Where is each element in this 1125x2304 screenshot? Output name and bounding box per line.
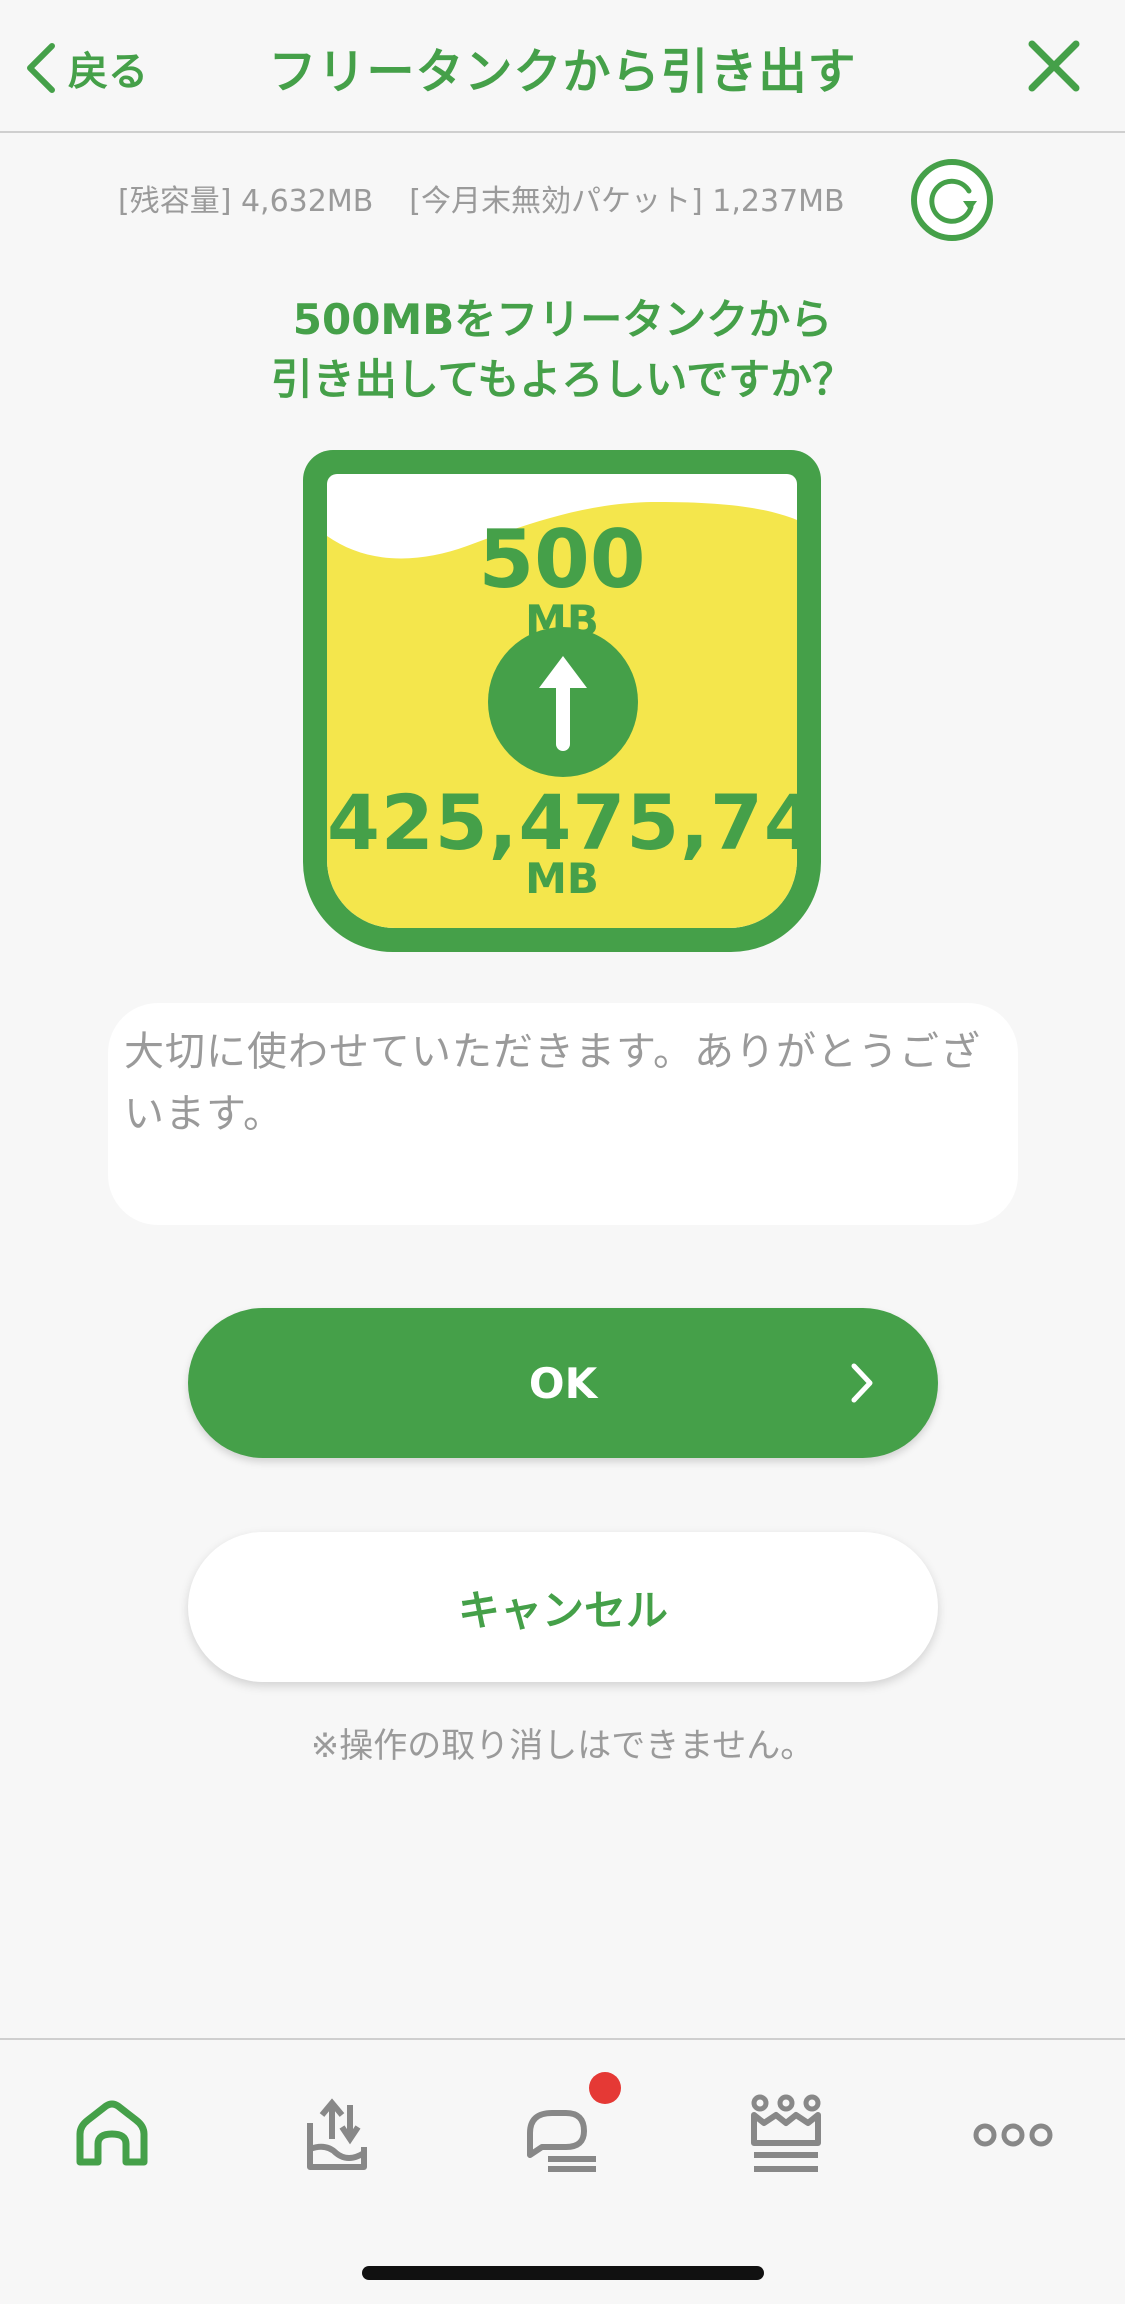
notification-badge xyxy=(589,2072,621,2104)
crown-icon xyxy=(751,2094,821,2172)
withdraw-amount: 500 xyxy=(478,513,646,606)
question-line-1: 500MBをフリータンクから xyxy=(292,295,833,344)
message-field[interactable]: 大切に使わせていただきます。ありがとうございます。 xyxy=(108,1003,1018,1225)
refresh-icon xyxy=(929,178,977,224)
home-indicator xyxy=(362,2266,764,2280)
ok-label: OK xyxy=(528,1358,598,1408)
arrow-up-icon xyxy=(488,627,638,777)
nav-withdraw[interactable] xyxy=(281,2080,391,2190)
home-icon xyxy=(76,2100,148,2166)
upload-tray-icon xyxy=(307,2098,367,2170)
nav-chat[interactable] xyxy=(507,2072,621,2190)
chat-icon xyxy=(527,2110,596,2172)
header: 戻る フリータンクから引き出す xyxy=(0,0,1125,133)
cancel-button[interactable]: キャンセル xyxy=(188,1532,938,1682)
expiring-packets: [今月末無効パケット] 1,237MB xyxy=(409,184,845,219)
page-title: フリータンクから引き出す xyxy=(268,44,857,100)
free-tank: 500 MB 425,475,741 MB xyxy=(303,450,821,952)
nav-more[interactable] xyxy=(958,2080,1068,2190)
cancel-label: キャンセル xyxy=(457,1585,668,1635)
more-icon xyxy=(973,2123,1053,2147)
capacity-status: [残容量] 4,632MB [今月末無効パケット] 1,237MB xyxy=(118,176,881,220)
irreversible-note: ※操作の取り消しはできません。 xyxy=(310,1726,815,1766)
confirm-question: 500MBをフリータンクから 引き出してもよろしいですか？ xyxy=(0,290,1125,410)
chevron-right-icon xyxy=(851,1363,873,1403)
tank-total: 425,475,741 xyxy=(327,778,797,867)
bottom-nav xyxy=(0,2038,1125,2304)
ok-button[interactable]: OK xyxy=(188,1308,938,1458)
nav-home[interactable] xyxy=(57,2080,167,2190)
nav-rank[interactable] xyxy=(731,2080,841,2190)
close-icon[interactable] xyxy=(1024,36,1084,96)
tank-inner: 500 MB 425,475,741 MB xyxy=(327,474,797,928)
refresh-button[interactable] xyxy=(911,159,993,241)
remaining-capacity: [残容量] 4,632MB xyxy=(118,184,374,219)
tank-total-unit: MB xyxy=(525,854,599,903)
question-line-2: 引き出してもよろしいですか？ xyxy=(270,355,855,404)
